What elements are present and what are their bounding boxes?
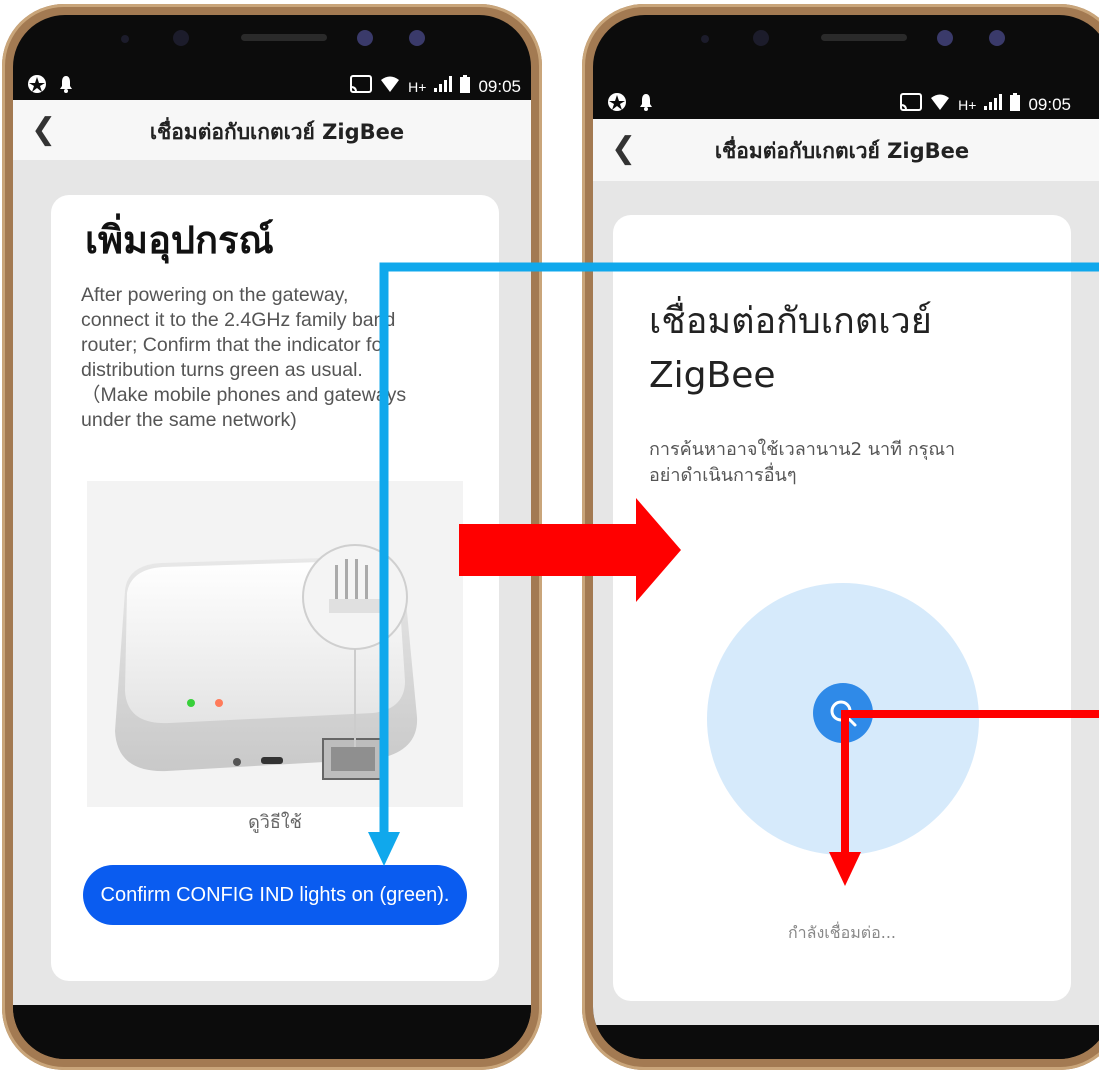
search-radar: [707, 583, 979, 855]
heading-line: เชื่อมต่อกับเกตเวย์: [649, 301, 932, 342]
wifi-icon: [380, 75, 400, 98]
instruction-line: After powering on the gateway,: [81, 284, 349, 306]
status-bar: H+ 09:05: [593, 83, 1099, 123]
earpiece: [241, 34, 327, 41]
nav-bar: ❮ เชื่อมต่อกับเกตเวย์ ZigBee: [593, 119, 1099, 181]
front-camera-icon: [409, 30, 425, 46]
cast-icon: [900, 93, 923, 116]
instruction-line: distribution turns green as usual.: [81, 359, 363, 381]
bezel-bottom: [13, 1005, 531, 1059]
sensor-dot: [701, 35, 709, 43]
bell-icon: [639, 93, 653, 116]
front-camera-icon: [937, 30, 953, 46]
notice-line: การค้นหาอาจใช้เวลานาน2 นาที กรุณา: [649, 439, 956, 460]
phone-right-body: H+ 09:05 ❮ เชื่อมต่อกับเกตเวย์ ZigBee เช…: [593, 15, 1099, 1059]
front-camera-icon: [173, 30, 189, 46]
signal-icon: [984, 94, 1003, 115]
content-card: เพิ่มอุปกรณ์ After powering on the gatew…: [51, 195, 499, 981]
connecting-status: กำลังเชื่อมต่อ...: [787, 923, 897, 942]
bezel-top: [593, 15, 1099, 73]
bell-icon: [59, 75, 73, 98]
search-icon: [827, 697, 859, 733]
cast-icon: [350, 75, 373, 98]
search-button[interactable]: [813, 683, 873, 743]
front-camera-icon: [357, 30, 373, 46]
phone-right: H+ 09:05 ❮ เชื่อมต่อกับเกตเวย์ ZigBee เช…: [582, 4, 1099, 1070]
nav-title: เชื่อมต่อกับเกตเวย์ ZigBee: [714, 139, 970, 163]
app-notification-icon: [27, 74, 47, 99]
network-type: H+: [958, 96, 977, 113]
notice-line: อย่าดำเนินการอื่นๆ: [649, 465, 797, 486]
instruction-line: connect it to the 2.4GHz family band: [81, 309, 396, 331]
battery-icon: [460, 75, 471, 98]
app-screen: ❮ เชื่อมต่อกับเกตเวย์ ZigBee เชื่อมต่อกั…: [593, 119, 1099, 1025]
heading-line: ZigBee: [649, 355, 776, 396]
phone-left-body: H+ 09:05 ❮ เชื่อมต่อกับเกตเวย์ ZigBee เพ…: [13, 15, 531, 1059]
status-time: 09:05: [1028, 94, 1071, 114]
instruction-line: under the same network): [81, 409, 297, 431]
confirm-button[interactable]: Confirm CONFIG IND lights on (green).: [83, 865, 467, 925]
front-camera-icon: [989, 30, 1005, 46]
instruction-line: router; Confirm that the indicator for: [81, 334, 389, 356]
page-heading: เชื่อมต่อกับเกตเวย์ ZigBee: [649, 295, 932, 403]
gateway-illustration: [87, 481, 463, 807]
help-link[interactable]: ดูวิธีใช้: [51, 807, 499, 836]
battery-icon: [1010, 93, 1021, 116]
sensor-dot: [121, 35, 129, 43]
instruction-line: （Make mobile phones and gateways: [81, 384, 407, 406]
front-camera-icon: [753, 30, 769, 46]
status-bar: H+ 09:05: [13, 65, 531, 105]
network-type: H+: [408, 78, 427, 95]
phone-left: H+ 09:05 ❮ เชื่อมต่อกับเกตเวย์ ZigBee เพ…: [2, 4, 542, 1070]
instructions-text: After powering on the gateway, connect i…: [81, 283, 481, 433]
app-notification-icon: [607, 92, 627, 117]
wifi-icon: [930, 93, 950, 116]
nav-title: เชื่อมต่อกับเกตเวย์ ZigBee: [149, 120, 405, 144]
status-time: 09:05: [478, 76, 521, 96]
search-notice: การค้นหาอาจใช้เวลานาน2 นาที กรุณา อย่าดำ…: [649, 437, 955, 489]
page-heading: เพิ่มอุปกรณ์: [85, 218, 274, 262]
content-card: เชื่อมต่อกับเกตเวย์ ZigBee การค้นหาอาจใช…: [613, 215, 1071, 1001]
bezel-bottom: [593, 1025, 1099, 1059]
earpiece: [821, 34, 907, 41]
nav-bar: ❮ เชื่อมต่อกับเกตเวย์ ZigBee: [13, 100, 531, 160]
signal-icon: [434, 76, 453, 97]
app-screen: ❮ เชื่อมต่อกับเกตเวย์ ZigBee เพิ่มอุปกรณ…: [13, 100, 531, 1005]
